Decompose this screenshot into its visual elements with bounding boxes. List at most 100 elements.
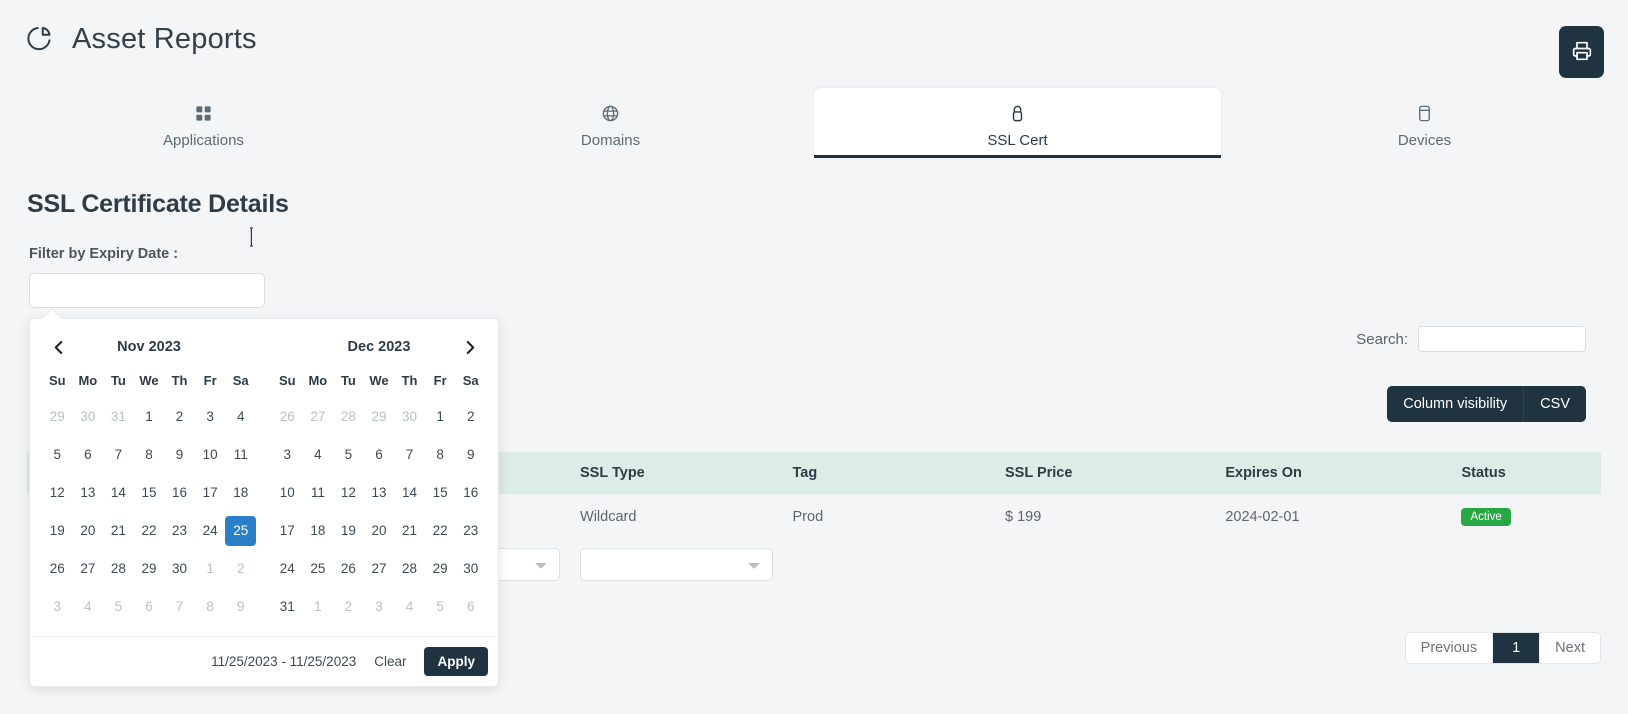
calendar-day-left-8[interactable]: 6 <box>73 440 104 470</box>
calendar-day-left-11[interactable]: 9 <box>164 440 195 470</box>
column-header-status[interactable]: Status <box>1451 452 1601 494</box>
calendar-day-left-12[interactable]: 10 <box>195 440 226 470</box>
calendar-day-left-17[interactable]: 15 <box>134 478 165 508</box>
calendar-day-left-1[interactable]: 30 <box>73 402 104 432</box>
calendar-day-left-22[interactable]: 20 <box>73 516 104 546</box>
tab-devices[interactable]: Devices <box>1221 88 1628 158</box>
calendar-day-right-4[interactable]: 30 <box>394 402 425 432</box>
calendar-day-right-3[interactable]: 29 <box>364 402 395 432</box>
calendar-day-right-22[interactable]: 18 <box>303 516 334 546</box>
calendar-day-left-0[interactable]: 29 <box>42 402 73 432</box>
calendar-day-right-41[interactable]: 6 <box>455 592 486 622</box>
print-button[interactable] <box>1559 26 1604 78</box>
calendar-day-left-6[interactable]: 4 <box>225 402 256 432</box>
calendar-day-left-28[interactable]: 26 <box>42 554 73 584</box>
calendar-day-left-24[interactable]: 22 <box>134 516 165 546</box>
chevron-left-icon[interactable] <box>46 335 70 359</box>
pagination-next[interactable]: Next <box>1539 633 1600 663</box>
calendar-day-right-32[interactable]: 28 <box>394 554 425 584</box>
calendar-day-right-15[interactable]: 11 <box>303 478 334 508</box>
calendar-day-right-1[interactable]: 27 <box>303 402 334 432</box>
calendar-day-left-20[interactable]: 18 <box>225 478 256 508</box>
calendar-day-left-2[interactable]: 31 <box>103 402 134 432</box>
calendar-day-right-10[interactable]: 6 <box>364 440 395 470</box>
calendar-day-left-35[interactable]: 3 <box>42 592 73 622</box>
calendar-day-left-3[interactable]: 1 <box>134 402 165 432</box>
calendar-day-left-36[interactable]: 4 <box>73 592 104 622</box>
calendar-day-right-35[interactable]: 31 <box>272 592 303 622</box>
calendar-day-right-18[interactable]: 14 <box>394 478 425 508</box>
calendar-day-left-37[interactable]: 5 <box>103 592 134 622</box>
calendar-day-left-9[interactable]: 7 <box>103 440 134 470</box>
calendar-day-left-15[interactable]: 13 <box>73 478 104 508</box>
column-header-expires-on[interactable]: Expires On <box>1215 452 1452 494</box>
tab-domains[interactable]: Domains <box>407 88 814 158</box>
pagination-page-1[interactable]: 1 <box>1492 633 1540 663</box>
calendar-day-left-27[interactable]: 25 <box>225 516 256 546</box>
calendar-day-left-25[interactable]: 23 <box>164 516 195 546</box>
calendar-day-right-40[interactable]: 5 <box>425 592 456 622</box>
calendar-day-right-33[interactable]: 29 <box>425 554 456 584</box>
footer-filter-select-ssl-type[interactable] <box>580 548 773 581</box>
calendar-day-left-7[interactable]: 5 <box>42 440 73 470</box>
calendar-day-right-24[interactable]: 20 <box>364 516 395 546</box>
calendar-day-right-16[interactable]: 12 <box>333 478 364 508</box>
pagination-previous[interactable]: Previous <box>1405 633 1493 663</box>
calendar-day-right-17[interactable]: 13 <box>364 478 395 508</box>
column-header-ssl-type[interactable]: SSL Type <box>570 452 783 494</box>
calendar-day-right-38[interactable]: 3 <box>364 592 395 622</box>
calendar-day-right-23[interactable]: 19 <box>333 516 364 546</box>
calendar-day-right-30[interactable]: 26 <box>333 554 364 584</box>
calendar-day-right-7[interactable]: 3 <box>272 440 303 470</box>
calendar-day-left-16[interactable]: 14 <box>103 478 134 508</box>
column-visibility-button[interactable]: Column visibility <box>1387 386 1523 422</box>
calendar-day-right-27[interactable]: 23 <box>455 516 486 546</box>
filter-expiry-input[interactable] <box>29 273 265 308</box>
calendar-day-right-6[interactable]: 2 <box>455 402 486 432</box>
calendar-day-right-20[interactable]: 16 <box>455 478 486 508</box>
calendar-day-right-13[interactable]: 9 <box>455 440 486 470</box>
calendar-day-left-38[interactable]: 6 <box>134 592 165 622</box>
calendar-day-right-26[interactable]: 22 <box>425 516 456 546</box>
calendar-day-right-21[interactable]: 17 <box>272 516 303 546</box>
csv-export-button[interactable]: CSV <box>1523 386 1586 422</box>
search-input[interactable] <box>1418 326 1586 352</box>
calendar-day-left-29[interactable]: 27 <box>73 554 104 584</box>
calendar-day-left-13[interactable]: 11 <box>225 440 256 470</box>
calendar-day-right-28[interactable]: 24 <box>272 554 303 584</box>
calendar-day-left-23[interactable]: 21 <box>103 516 134 546</box>
calendar-day-left-39[interactable]: 7 <box>164 592 195 622</box>
calendar-day-right-5[interactable]: 1 <box>425 402 456 432</box>
clear-button[interactable]: Clear <box>372 649 408 674</box>
calendar-day-right-37[interactable]: 2 <box>333 592 364 622</box>
calendar-day-right-29[interactable]: 25 <box>303 554 334 584</box>
calendar-day-left-26[interactable]: 24 <box>195 516 226 546</box>
calendar-day-right-0[interactable]: 26 <box>272 402 303 432</box>
calendar-day-left-32[interactable]: 30 <box>164 554 195 584</box>
calendar-day-right-9[interactable]: 5 <box>333 440 364 470</box>
calendar-day-left-5[interactable]: 3 <box>195 402 226 432</box>
calendar-day-left-41[interactable]: 9 <box>225 592 256 622</box>
calendar-day-left-30[interactable]: 28 <box>103 554 134 584</box>
calendar-day-left-10[interactable]: 8 <box>134 440 165 470</box>
chevron-right-icon[interactable] <box>458 335 482 359</box>
calendar-day-left-40[interactable]: 8 <box>195 592 226 622</box>
column-header-ssl-price[interactable]: SSL Price <box>994 452 1216 494</box>
calendar-day-right-12[interactable]: 8 <box>425 440 456 470</box>
calendar-day-right-2[interactable]: 28 <box>333 402 364 432</box>
apply-button[interactable]: Apply <box>424 647 488 676</box>
calendar-day-right-34[interactable]: 30 <box>455 554 486 584</box>
calendar-day-right-25[interactable]: 21 <box>394 516 425 546</box>
calendar-day-right-8[interactable]: 4 <box>303 440 334 470</box>
calendar-day-right-31[interactable]: 27 <box>364 554 395 584</box>
calendar-day-left-33[interactable]: 1 <box>195 554 226 584</box>
calendar-day-right-19[interactable]: 15 <box>425 478 456 508</box>
tab-applications[interactable]: Applications <box>0 88 407 158</box>
calendar-day-left-4[interactable]: 2 <box>164 402 195 432</box>
calendar-day-right-14[interactable]: 10 <box>272 478 303 508</box>
calendar-day-left-18[interactable]: 16 <box>164 478 195 508</box>
column-header-tag[interactable]: Tag <box>782 452 995 494</box>
calendar-day-left-21[interactable]: 19 <box>42 516 73 546</box>
calendar-day-left-14[interactable]: 12 <box>42 478 73 508</box>
calendar-day-left-31[interactable]: 29 <box>134 554 165 584</box>
